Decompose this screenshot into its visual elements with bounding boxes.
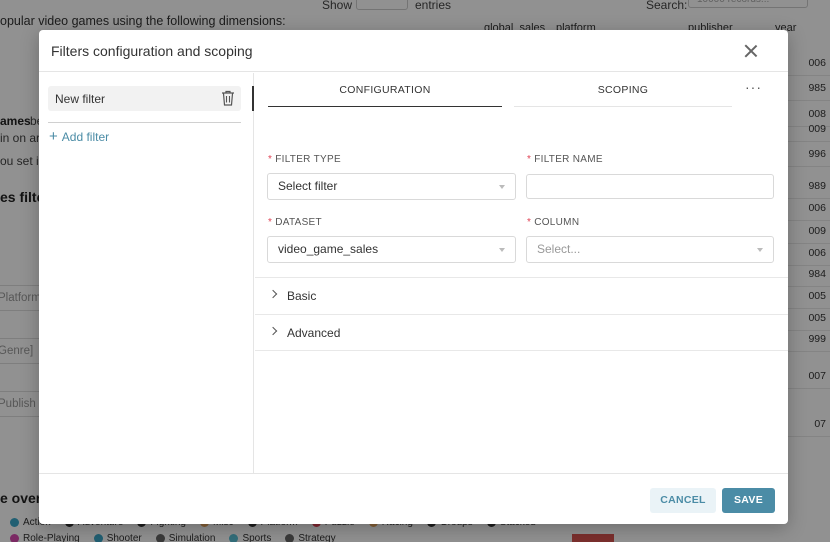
column-label-text: COLUMN — [534, 217, 580, 228]
chevron-right-icon — [268, 289, 278, 299]
modal-footer: CANCEL SAVE — [39, 473, 788, 524]
tab-configuration[interactable]: CONFIGURATION — [268, 73, 502, 107]
column-label: * COLUMN — [527, 217, 579, 228]
chevron-down-icon — [499, 185, 505, 189]
modal-title: Filters configuration and scoping — [51, 43, 253, 59]
cancel-button[interactable]: CANCEL — [650, 488, 716, 513]
dataset-label: * DATASET — [268, 217, 322, 228]
filter-type-label: * FILTER TYPE — [268, 154, 341, 165]
filter-item-label: New filter — [55, 92, 106, 106]
modal-header: Filters configuration and scoping — [39, 30, 788, 72]
filter-name-input[interactable] — [526, 174, 774, 199]
filter-name-label: * FILTER NAME — [527, 154, 603, 165]
filter-type-value: Select filter — [278, 179, 338, 193]
required-marker: * — [268, 154, 273, 165]
filters-modal: Filters configuration and scoping New fi… — [39, 30, 788, 524]
filter-type-select[interactable]: Select filter — [267, 173, 516, 200]
active-filter-indicator — [252, 86, 254, 111]
basic-section-label: Basic — [287, 289, 317, 303]
dataset-value: video_game_sales — [278, 242, 379, 256]
column-placeholder: Select... — [537, 242, 581, 256]
tab-scoping[interactable]: SCOPING — [514, 73, 732, 107]
tab-bar: CONFIGURATION SCOPING ··· — [268, 73, 774, 107]
dataset-label-text: DATASET — [275, 217, 322, 228]
chevron-down-icon — [499, 248, 505, 252]
basic-section-toggle[interactable]: Basic — [255, 277, 788, 314]
plus-icon: + — [49, 128, 58, 145]
filter-config-pane: CONFIGURATION SCOPING ··· * FILTER TYPE S… — [255, 73, 788, 473]
advanced-section-label: Advanced — [287, 326, 341, 340]
filter-type-label-text: FILTER TYPE — [275, 154, 341, 165]
close-icon[interactable] — [744, 44, 758, 58]
add-filter-button[interactable]: + Add filter — [49, 128, 110, 145]
divider — [48, 122, 241, 123]
trash-icon[interactable] — [220, 89, 236, 107]
save-button[interactable]: SAVE — [722, 488, 775, 513]
filter-list-item[interactable]: New filter — [48, 86, 241, 111]
required-marker: * — [527, 154, 532, 165]
dataset-select[interactable]: video_game_sales — [267, 236, 516, 263]
advanced-section-toggle[interactable]: Advanced — [255, 314, 788, 351]
more-options-icon[interactable]: ··· — [745, 79, 762, 95]
chevron-down-icon — [757, 248, 763, 252]
filter-list-pane: New filter + Add filter — [39, 73, 254, 473]
required-marker: * — [527, 217, 532, 228]
column-select[interactable]: Select... — [526, 236, 774, 263]
add-filter-label: Add filter — [61, 130, 110, 144]
required-marker: * — [268, 217, 273, 228]
chevron-right-icon — [268, 326, 278, 336]
filter-name-label-text: FILTER NAME — [534, 154, 603, 165]
